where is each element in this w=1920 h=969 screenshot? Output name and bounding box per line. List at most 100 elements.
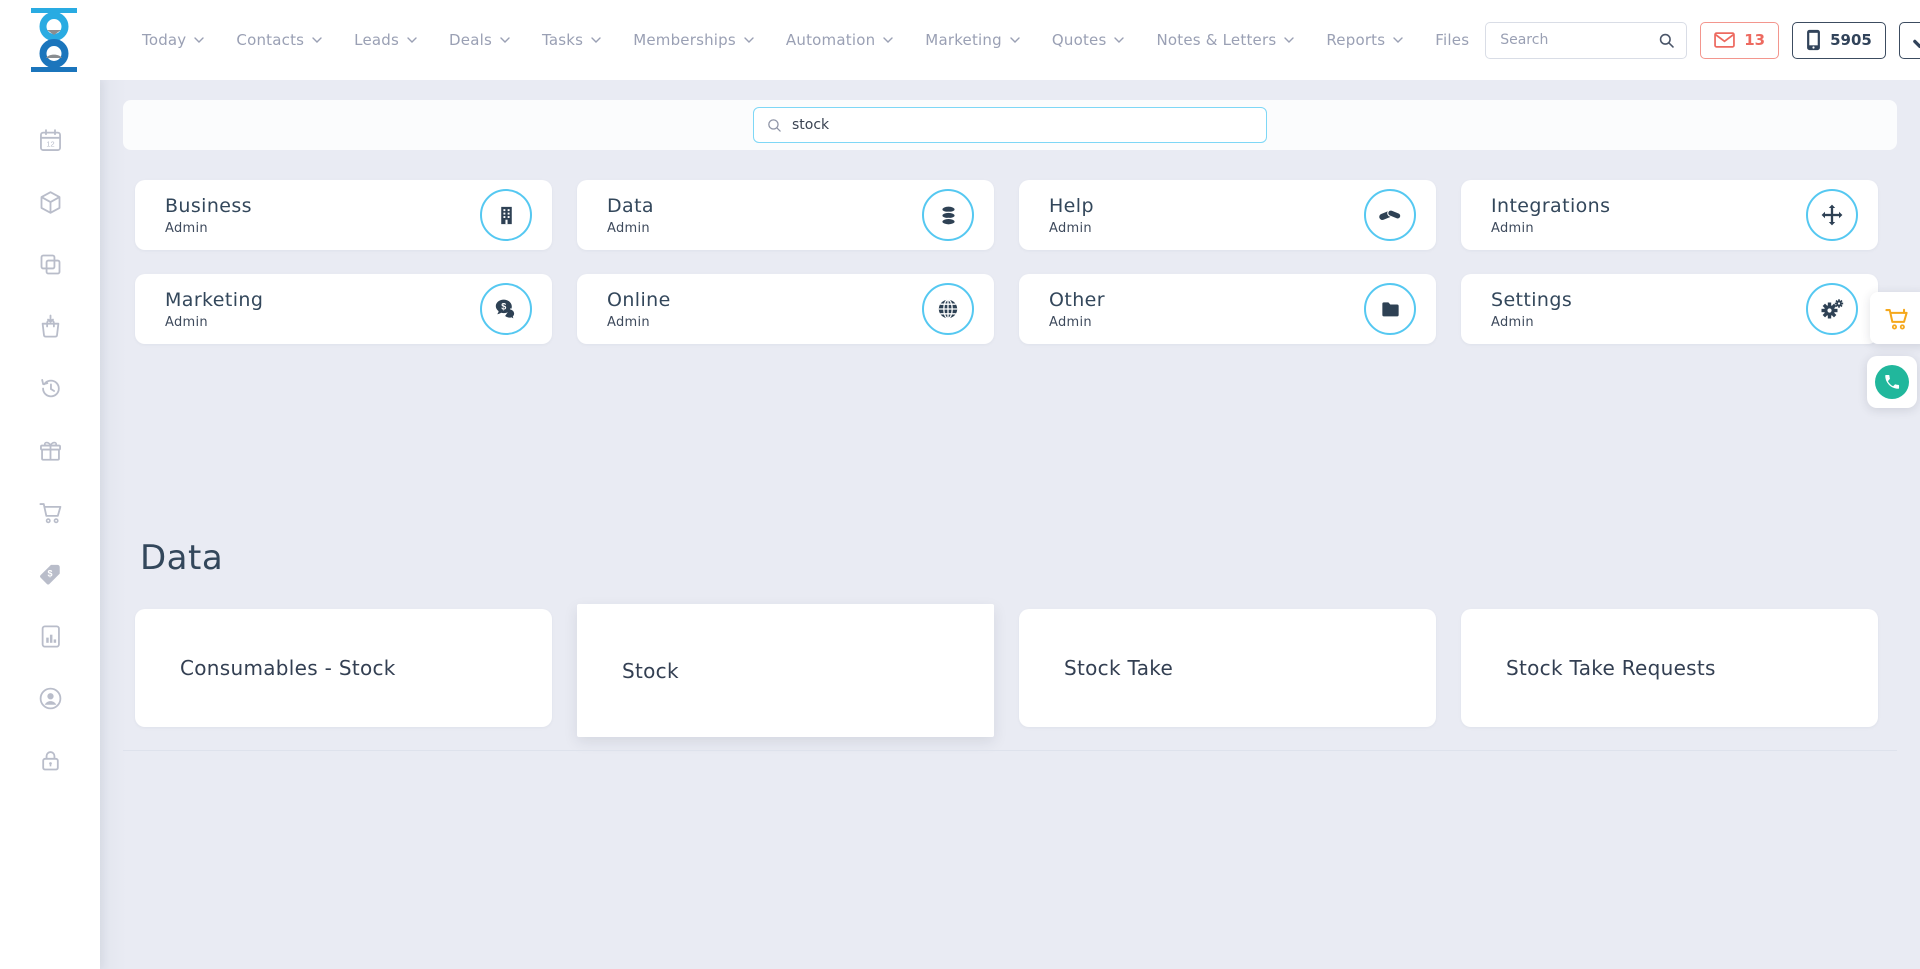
nav-label: Marketing: [925, 31, 1002, 49]
nav-label: Files: [1435, 31, 1469, 49]
nav-label: Memberships: [633, 31, 736, 49]
nav-item-leads[interactable]: Leads: [338, 31, 433, 49]
result-card-title: Stock Take Requests: [1506, 656, 1716, 680]
icon-ring: [922, 283, 974, 335]
icon-ring: [922, 189, 974, 241]
report-icon[interactable]: [37, 623, 64, 650]
card-settings-admin[interactable]: Settings Admin: [1461, 274, 1878, 344]
building-icon: [495, 204, 518, 227]
phone-count: 5905: [1830, 31, 1872, 49]
nav-label: Notes & Letters: [1156, 31, 1276, 49]
result-card-title: Stock: [622, 659, 679, 683]
chevron-down-icon: [744, 37, 754, 43]
card-subtitle: Admin: [1491, 315, 1572, 330]
result-card-grid: Consumables - Stock Stock Stock Take Sto…: [135, 609, 1901, 737]
card-title: Help: [1049, 195, 1094, 217]
floating-phone-button[interactable]: [1867, 356, 1917, 408]
lock-icon[interactable]: [37, 747, 64, 774]
result-card-consumables-stock[interactable]: Consumables - Stock: [135, 609, 552, 727]
nav-item-quotes[interactable]: Quotes: [1036, 31, 1141, 49]
calendar-icon[interactable]: 12: [37, 127, 64, 154]
card-subtitle: Admin: [165, 221, 252, 236]
cart-icon: [1883, 305, 1910, 332]
global-search-input[interactable]: [1500, 32, 1657, 48]
nav-label: Leads: [354, 31, 399, 49]
card-text: Help Admin: [1049, 195, 1094, 236]
result-card-stock-take[interactable]: Stock Take: [1019, 609, 1436, 727]
result-card-title: Stock Take: [1064, 656, 1173, 680]
module-search-input[interactable]: [792, 117, 1254, 133]
card-business-admin[interactable]: Business Admin: [135, 180, 552, 250]
move-arrows-icon: [1820, 203, 1844, 227]
card-marketing-admin[interactable]: Marketing Admin $: [135, 274, 552, 344]
smartphone-icon: [1806, 29, 1821, 51]
nav-label: Today: [142, 31, 186, 49]
icon-ring: [1364, 283, 1416, 335]
result-card-stock-take-requests[interactable]: Stock Take Requests: [1461, 609, 1878, 727]
gift-icon[interactable]: [37, 437, 64, 464]
svg-text:12: 12: [46, 140, 54, 149]
topbar: Today Contacts Leads Deals Tasks Members…: [0, 0, 1920, 80]
card-help-admin[interactable]: Help Admin: [1019, 180, 1436, 250]
result-card-title: Consumables - Stock: [180, 656, 396, 680]
nav-label: Tasks: [542, 31, 583, 49]
nav-item-marketing[interactable]: Marketing: [909, 31, 1036, 49]
nav-label: Quotes: [1052, 31, 1107, 49]
chevron-down-icon: [1393, 37, 1403, 43]
module-search[interactable]: [753, 107, 1267, 143]
nav-item-automation[interactable]: Automation: [770, 31, 909, 49]
copy-icon[interactable]: [37, 251, 64, 278]
folder-icon: [1379, 298, 1402, 321]
database-icon: [937, 204, 960, 227]
bag-icon[interactable]: [37, 313, 64, 340]
nav-item-files[interactable]: Files: [1419, 31, 1485, 49]
chevron-down-icon: [1284, 37, 1294, 43]
card-online-admin[interactable]: Online Admin: [577, 274, 994, 344]
section-divider: [123, 750, 1897, 751]
card-other-admin[interactable]: Other Admin: [1019, 274, 1436, 344]
card-integrations-admin[interactable]: Integrations Admin: [1461, 180, 1878, 250]
globe-icon: [936, 297, 960, 321]
card-title: Settings: [1491, 289, 1572, 311]
nav-item-reports[interactable]: Reports: [1310, 31, 1419, 49]
nav-item-deals[interactable]: Deals: [433, 31, 526, 49]
history-icon[interactable]: [37, 375, 64, 402]
result-card-stock[interactable]: Stock: [577, 604, 994, 737]
chevron-down-icon: [500, 37, 510, 43]
nav-item-memberships[interactable]: Memberships: [617, 31, 770, 49]
nav-item-tasks[interactable]: Tasks: [526, 31, 617, 49]
main-content: Business Admin Data Admin: [100, 80, 1920, 969]
nav-item-contacts[interactable]: Contacts: [220, 31, 338, 49]
chevron-down-icon: [591, 37, 601, 43]
nav-label: Reports: [1326, 31, 1385, 49]
cart-icon[interactable]: [37, 499, 64, 526]
card-title: Business: [165, 195, 252, 217]
nav-item-today[interactable]: Today: [126, 31, 220, 49]
app-logo-hourglass-icon[interactable]: [28, 8, 80, 72]
account-icon[interactable]: [37, 685, 64, 712]
card-subtitle: Admin: [1491, 221, 1610, 236]
tasks-badge[interactable]: 15: [1899, 22, 1920, 59]
nav-label: Automation: [786, 31, 875, 49]
card-subtitle: Admin: [1049, 315, 1105, 330]
search-icon: [766, 117, 783, 134]
mail-count: 13: [1744, 31, 1765, 49]
card-text: Business Admin: [165, 195, 252, 236]
mail-badge[interactable]: 13: [1700, 22, 1779, 59]
nav-item-notes-letters[interactable]: Notes & Letters: [1140, 31, 1310, 49]
card-data-admin[interactable]: Data Admin: [577, 180, 994, 250]
card-text: Other Admin: [1049, 289, 1105, 330]
icon-ring: $: [480, 283, 532, 335]
admin-card-grid: Business Admin Data Admin: [135, 180, 1901, 344]
floating-cart-button[interactable]: [1870, 292, 1920, 344]
search-icon[interactable]: [1657, 31, 1676, 50]
global-search[interactable]: [1485, 22, 1687, 59]
module-search-panel: [123, 100, 1897, 150]
card-text: Online Admin: [607, 289, 671, 330]
phone-circle: [1875, 365, 1909, 399]
phone-badge[interactable]: 5905: [1792, 22, 1886, 59]
topbar-right-cluster: 13 5905 15 ? LONDON SUPPORT: [1485, 19, 1920, 62]
box-icon[interactable]: [37, 189, 64, 216]
nav-label: Contacts: [236, 31, 304, 49]
price-tag-icon[interactable]: $: [37, 561, 64, 588]
